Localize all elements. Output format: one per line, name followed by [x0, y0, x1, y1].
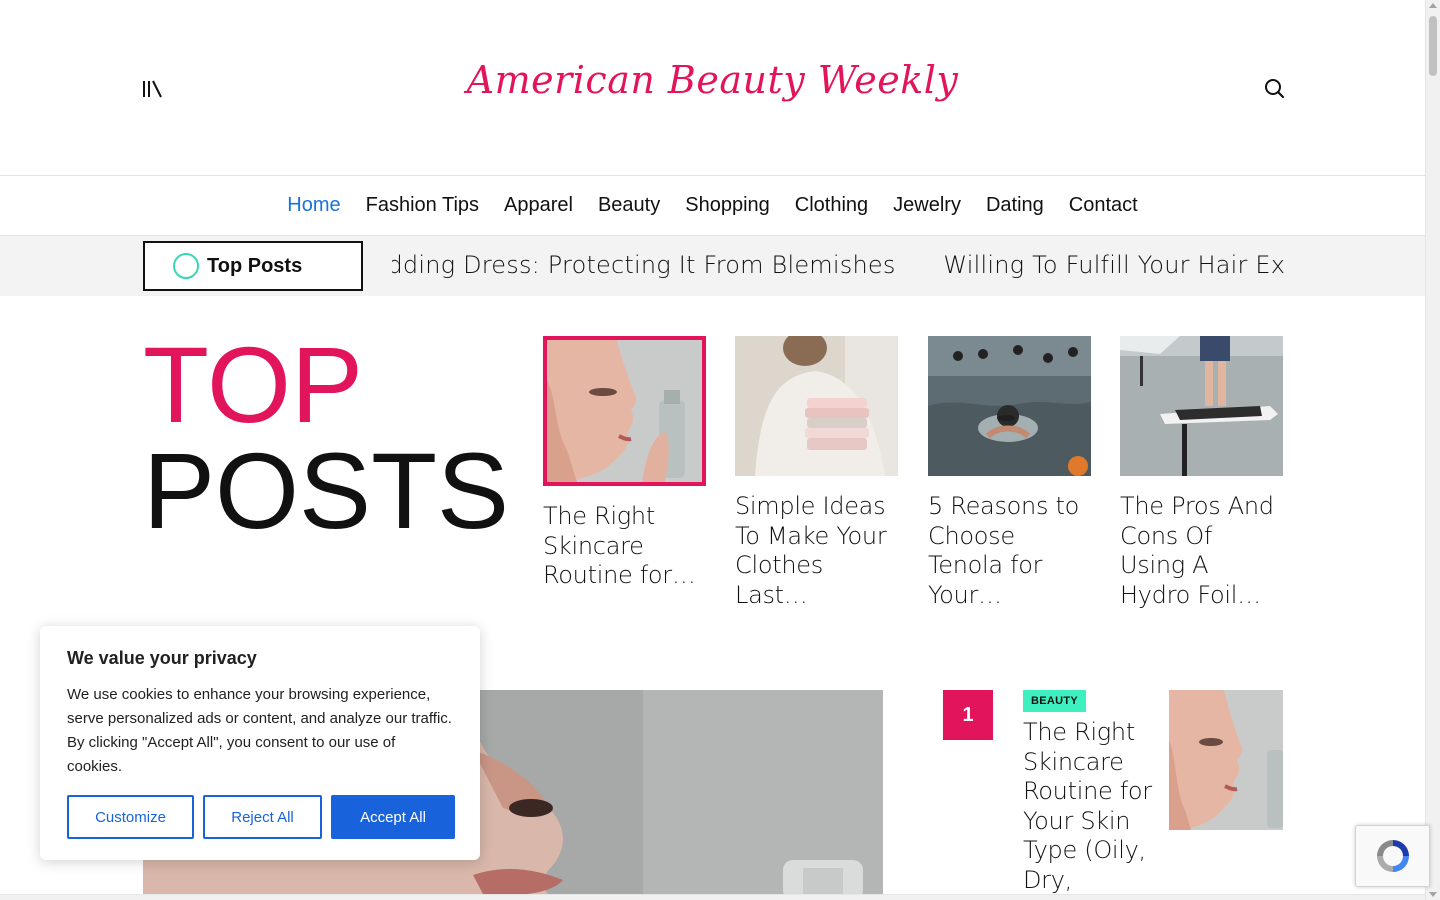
- ticker-track: Wedding Dress: Protecting It From Blemis…: [392, 236, 1284, 296]
- post-title[interactable]: 5 Reasons to Choose Tenola for Your…: [928, 492, 1091, 610]
- nav-beauty[interactable]: Beauty: [585, 194, 672, 217]
- site-header: American Beauty Weekly: [0, 0, 1425, 175]
- ticker-item[interactable]: Wedding Dress: Protecting It From Blemis…: [392, 251, 896, 279]
- news-ticker: Top Posts Wedding Dress: Protecting It F…: [0, 236, 1425, 296]
- scrollbar-thumb[interactable]: [1429, 16, 1437, 76]
- nav-clothing[interactable]: Clothing: [782, 194, 880, 217]
- nav-apparel[interactable]: Apparel: [492, 194, 586, 217]
- top-post-card[interactable]: 5 Reasons to Choose Tenola for Your…: [928, 336, 1091, 610]
- scroll-down-icon[interactable]: [1429, 892, 1437, 897]
- top-post-card[interactable]: Simple Ideas To Make Your Clothes Last…: [735, 336, 898, 610]
- customize-button[interactable]: Customize: [67, 795, 194, 839]
- post-thumbnail[interactable]: [928, 336, 1091, 476]
- top-post-card[interactable]: The Pros And Cons Of Using A Hydro Foil…: [1120, 336, 1283, 610]
- rank-badge: 1: [943, 690, 993, 740]
- top-posts-heading: TOP POSTS: [143, 324, 510, 551]
- page: American Beauty Weekly Home Fashion Tips…: [0, 0, 1425, 900]
- post-thumbnail[interactable]: [543, 336, 706, 486]
- search-icon[interactable]: [1263, 77, 1285, 99]
- cookie-text: We use cookies to enhance your browsing …: [67, 686, 452, 775]
- ticker-label-text: Top Posts: [207, 254, 303, 277]
- recaptcha-icon: [1376, 840, 1409, 872]
- vertical-scrollbar[interactable]: [1425, 0, 1440, 900]
- nav-fashion-tips[interactable]: Fashion Tips: [353, 194, 491, 217]
- post-thumbnail[interactable]: [1120, 336, 1283, 476]
- nav-shopping[interactable]: Shopping: [673, 194, 783, 217]
- nav-dating[interactable]: Dating: [973, 194, 1056, 217]
- cookie-title: We value your privacy: [67, 648, 257, 668]
- ticker-label: Top Posts: [143, 241, 363, 291]
- top-posts-heading-line1: TOP: [143, 324, 364, 445]
- post-title[interactable]: The Right Skincare Routine for…: [543, 502, 706, 591]
- ticker-item[interactable]: Willing To Fulfill Your Hair Extension D…: [943, 251, 1284, 279]
- ranked-post-thumbnail[interactable]: [1169, 690, 1283, 830]
- recaptcha-badge[interactable]: [1355, 825, 1430, 887]
- cookie-consent-dialog: We value your privacy We use cookies to …: [40, 626, 480, 860]
- post-thumbnail[interactable]: [735, 336, 898, 476]
- site-logo[interactable]: American Beauty Weekly: [0, 58, 1425, 102]
- horizontal-scrollbar[interactable]: [0, 894, 1425, 900]
- accept-all-button[interactable]: Accept All: [331, 795, 455, 839]
- post-title[interactable]: The Pros And Cons Of Using A Hydro Foil…: [1120, 492, 1283, 610]
- nav-contact[interactable]: Contact: [1056, 194, 1150, 217]
- ranked-post-title[interactable]: The Right Skincare Routine for Your Skin…: [1023, 718, 1163, 895]
- scroll-up-icon[interactable]: [1429, 3, 1437, 8]
- top-post-card[interactable]: The Right Skincare Routine for…: [543, 336, 706, 591]
- pulse-ring-icon: [173, 253, 199, 279]
- main-nav: Home Fashion Tips Apparel Beauty Shoppin…: [0, 175, 1425, 236]
- nav-jewelry[interactable]: Jewelry: [881, 194, 974, 217]
- reject-all-button[interactable]: Reject All: [203, 795, 322, 839]
- post-title[interactable]: Simple Ideas To Make Your Clothes Last…: [735, 492, 898, 610]
- top-posts-heading-line2: POSTS: [143, 430, 510, 551]
- nav-home[interactable]: Home: [275, 194, 353, 217]
- category-badge[interactable]: BEAUTY: [1023, 690, 1087, 712]
